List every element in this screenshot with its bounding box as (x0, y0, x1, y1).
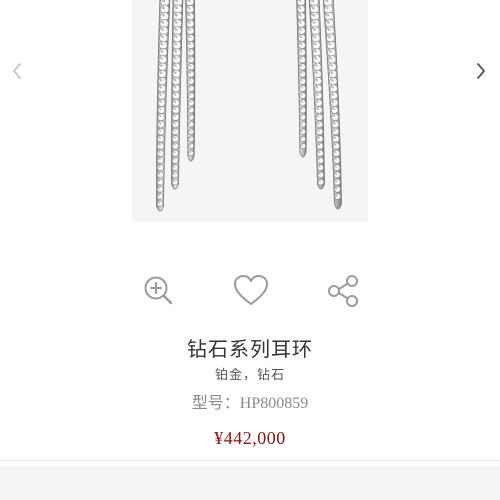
chevron-left-icon (13, 63, 21, 79)
model-label: 型号： (191, 393, 240, 412)
product-actions (0, 270, 500, 314)
chevron-right-icon (477, 63, 485, 79)
earring-strip (322, 0, 342, 210)
bottom-panel (0, 466, 500, 500)
product-title: 钻石系列耳环 (187, 337, 313, 361)
product-detail-screen: 钻石系列耳环 铂金，钻石 型号：HP800859 ¥442,000 (0, 0, 500, 500)
product-image[interactable] (132, 0, 368, 222)
earring-strip (185, 0, 196, 162)
previous-image-button[interactable] (2, 56, 32, 86)
next-image-button[interactable] (466, 56, 496, 86)
zoom-in-icon (144, 276, 173, 305)
heart-icon (234, 275, 268, 305)
right-earring (296, 0, 342, 210)
left-earring (156, 0, 196, 212)
share-button[interactable] (322, 270, 364, 312)
share-icon (328, 275, 358, 307)
product-gallery (0, 0, 500, 228)
product-price: ¥442,000 (214, 428, 286, 448)
earring-strip (296, 0, 307, 158)
earrings-illustration (156, 0, 342, 212)
model-number: HP800859 (239, 395, 309, 412)
product-material: 铂金，钻石 (214, 368, 285, 383)
product-model: 型号：HP800859 (0, 389, 500, 413)
divider (0, 460, 500, 461)
zoom-button[interactable] (138, 270, 180, 312)
earring-strip (156, 0, 171, 212)
wishlist-button[interactable] (230, 270, 272, 312)
earring-strip (308, 0, 325, 190)
earring-strip (171, 0, 184, 190)
